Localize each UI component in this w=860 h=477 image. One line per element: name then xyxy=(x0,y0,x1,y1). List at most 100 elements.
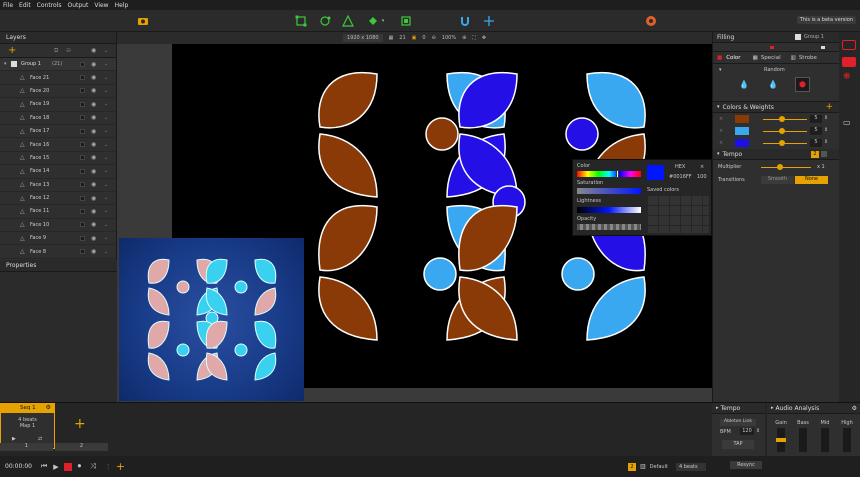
weight-swatch[interactable] xyxy=(735,139,749,147)
chevron-down-icon[interactable]: ⌄ xyxy=(104,208,108,214)
menu-view[interactable]: View xyxy=(94,2,108,9)
playlist-icon[interactable]: ⋮ xyxy=(105,463,112,471)
zoom-out-icon[interactable]: ⊖ xyxy=(432,35,436,41)
saved-colors-grid[interactable] xyxy=(647,195,709,233)
beat-badge[interactable]: 2 xyxy=(627,462,636,471)
group-toggle[interactable] xyxy=(795,34,801,40)
gain-handle[interactable] xyxy=(776,438,786,442)
select-tool-icon[interactable] xyxy=(294,14,308,28)
face-lock-box[interactable] xyxy=(80,249,85,255)
sequence-play-icon[interactable]: ▶ xyxy=(12,436,16,442)
eye-icon[interactable]: ◉ xyxy=(91,61,96,68)
resync-button[interactable]: Resync xyxy=(730,461,762,469)
menu-help[interactable]: Help xyxy=(115,2,129,9)
tempo-badge[interactable]: 2 xyxy=(811,150,819,158)
weight-slider[interactable] xyxy=(763,119,807,120)
zoom-in-icon[interactable]: ⊕ xyxy=(462,35,466,41)
chevron-down-icon[interactable]: ⌄ xyxy=(104,235,108,241)
face-lock-box[interactable] xyxy=(80,88,85,94)
grid-icon[interactable]: ▦ xyxy=(389,35,394,41)
chevron-down-icon[interactable]: ⌄ xyxy=(104,222,108,228)
face-lock-box[interactable] xyxy=(80,182,85,188)
add-color-icon[interactable]: + xyxy=(825,102,833,112)
face-circle-4[interactable] xyxy=(423,257,457,291)
channel-meter[interactable] xyxy=(843,428,851,452)
output-icon[interactable] xyxy=(644,14,658,28)
chevron-down-icon[interactable]: ⌄ xyxy=(104,115,108,121)
tap-button[interactable]: TAP xyxy=(722,440,754,449)
face-lock-box[interactable] xyxy=(80,75,85,81)
weight-swatch[interactable] xyxy=(735,127,749,135)
layer-face-row[interactable]: △ Face 19 ◉ ⌄ xyxy=(0,98,116,112)
effects-icon[interactable]: ❋ xyxy=(843,72,851,82)
chevron-down-icon[interactable]: ⌄ xyxy=(104,249,108,255)
record-icon[interactable]: ⏺ xyxy=(78,462,82,471)
face-br-4[interactable] xyxy=(586,276,646,341)
group-expand-icon[interactable]: ▾ xyxy=(4,61,7,67)
face-bl-3[interactable] xyxy=(318,276,378,341)
face-lock-box[interactable] xyxy=(80,168,85,174)
eye-icon[interactable]: ◉ xyxy=(91,101,96,108)
group-lock-box[interactable] xyxy=(80,61,85,67)
smooth-button[interactable]: Smooth xyxy=(761,176,794,184)
slot-2[interactable]: 2 xyxy=(55,443,108,451)
weight-value[interactable]: 5 xyxy=(810,115,822,123)
color-picker-popup[interactable]: Color HEX × #0016FF 100 Saturation Saved… xyxy=(572,159,712,236)
fit-icon[interactable]: ⛶ xyxy=(472,35,476,41)
resolution-select[interactable]: 1920 x 1080 xyxy=(342,34,383,42)
layer-delete-icon[interactable]: ⊖ xyxy=(66,47,71,54)
menu-output[interactable]: Output xyxy=(68,2,89,9)
eye-icon[interactable]: ◉ xyxy=(91,221,96,228)
multiplier-handle[interactable] xyxy=(777,164,783,170)
remove-color-icon[interactable]: × xyxy=(719,116,723,122)
eye-icon[interactable]: ◉ xyxy=(91,235,96,242)
face-lock-box[interactable] xyxy=(80,195,85,201)
eye-icon[interactable]: ◉ xyxy=(91,87,96,94)
face-lock-box[interactable] xyxy=(80,235,85,241)
eye-icon[interactable]: ◉ xyxy=(91,181,96,188)
bpm-input[interactable]: 120 xyxy=(740,428,754,435)
color-tab-icon[interactable]: ■ xyxy=(717,55,722,61)
transport-add-icon[interactable]: + xyxy=(116,460,125,473)
chevron-down-icon[interactable]: ⌄ xyxy=(104,182,108,188)
hex-value[interactable]: #0016FF xyxy=(669,174,692,180)
layer-face-row[interactable]: △ Face 18 ◉ ⌄ xyxy=(0,112,116,125)
drop-icon-1[interactable]: 💧 xyxy=(739,80,749,89)
chevron-down-icon[interactable]: ⌄ xyxy=(104,195,108,201)
metronome-icon[interactable]: ▥ xyxy=(640,463,646,470)
menu-file[interactable]: File xyxy=(3,2,13,9)
stop-icon[interactable] xyxy=(63,462,72,471)
face-lock-box[interactable] xyxy=(80,101,85,107)
eye-icon[interactable]: ◉ xyxy=(91,128,96,135)
hue-slider[interactable] xyxy=(577,171,641,177)
saturation-slider[interactable] xyxy=(577,188,641,194)
face-lock-box[interactable] xyxy=(80,208,85,214)
layer-face-row[interactable]: △ Face 20 ◉ ⌄ xyxy=(0,85,116,99)
special-tab-icon[interactable]: ▦ xyxy=(753,55,758,61)
face-lock-box[interactable] xyxy=(80,128,85,134)
face-bl-1[interactable] xyxy=(318,204,378,272)
weight-swatch[interactable] xyxy=(735,115,749,123)
eye-icon[interactable]: ◉ xyxy=(91,154,96,161)
ableton-link-button[interactable]: Ableton Link xyxy=(720,419,756,426)
layer-face-row[interactable]: △ Face 8 ◉ ⌄ xyxy=(0,245,116,259)
layer-face-row[interactable]: △ Face 17 ◉ ⌄ xyxy=(0,125,116,139)
channel-meter[interactable] xyxy=(776,428,786,452)
fill-tool-icon[interactable] xyxy=(366,14,380,28)
remove-color-icon[interactable]: × xyxy=(719,140,723,146)
preview-monitor-icon[interactable]: ▭ xyxy=(843,118,851,127)
eye-icon[interactable]: ◉ xyxy=(91,168,96,175)
drop-icon-2[interactable]: 💧 xyxy=(768,80,778,89)
layer-face-row[interactable]: △ Face 15 ◉ ⌄ xyxy=(0,152,116,166)
tempo-toggle[interactable] xyxy=(821,151,827,157)
eye-icon[interactable]: ◉ xyxy=(91,74,96,81)
face-lock-box[interactable] xyxy=(80,155,85,161)
face-lock-box[interactable] xyxy=(80,115,85,121)
add-layer-icon[interactable]: + xyxy=(8,45,16,56)
layer-tool-icon[interactable]: ⧉ xyxy=(54,47,58,55)
eye-icon[interactable]: ◉ xyxy=(91,208,96,215)
hue-handle[interactable] xyxy=(616,170,619,178)
remove-color-icon[interactable]: × xyxy=(719,128,723,134)
surface-icon[interactable] xyxy=(842,40,856,50)
triangle-tool-icon[interactable] xyxy=(341,14,355,28)
